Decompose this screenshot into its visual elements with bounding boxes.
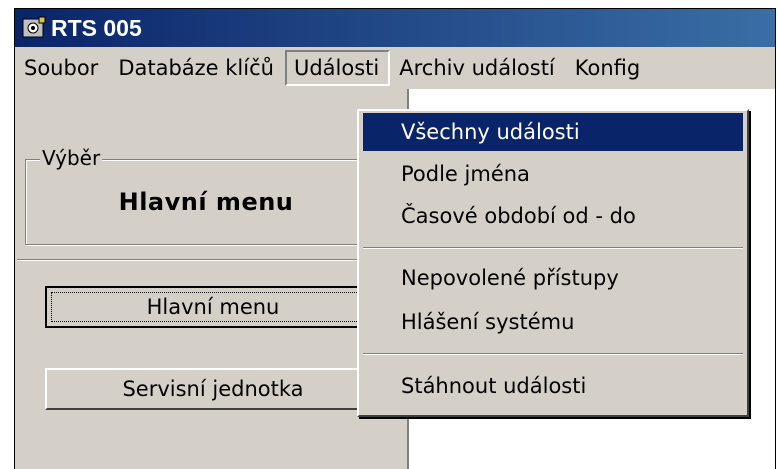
app-icon [21, 15, 47, 41]
menu-bar: Soubor Databáze klíčů Události Archiv ud… [15, 47, 775, 89]
left-panel: Výběr Hlavní menu Hlavní menu Servisní j… [15, 89, 409, 469]
menu-udalosti[interactable]: Události [284, 50, 391, 86]
menu-item-hlaseni-systemu[interactable]: Hlášení systému [363, 303, 743, 341]
menu-separator [363, 247, 743, 249]
groupbox-label: Výběr [40, 146, 103, 170]
menu-item-nepovolene-pristupy[interactable]: Nepovolené přístupy [363, 259, 743, 297]
menu-item-vsechny-udalosti[interactable]: Všechny události [363, 113, 743, 151]
udalosti-dropdown-menu: Všechny události Podle jména Časové obdo… [357, 109, 749, 417]
application-window: RTS 005 Soubor Databáze klíčů Události A… [14, 8, 776, 469]
selection-groupbox: Výběr Hlavní menu [25, 146, 387, 245]
menu-konfigurace[interactable]: Konfig [566, 50, 651, 86]
menu-soubor[interactable]: Soubor [15, 50, 109, 86]
menu-databaze-klicu[interactable]: Databáze klíčů [109, 50, 285, 86]
main-menu-button[interactable]: Hlavní menu [45, 286, 381, 328]
current-selection: Hlavní menu [118, 188, 294, 216]
service-unit-button[interactable]: Servisní jednotka [45, 368, 381, 410]
panel-divider [17, 259, 401, 261]
window-title: RTS 005 [51, 14, 142, 41]
menu-separator [363, 353, 743, 355]
menu-item-casove-obdobi[interactable]: Časové období od - do [363, 197, 743, 235]
title-bar: RTS 005 [15, 9, 775, 47]
menu-item-stahnout-udalosti[interactable]: Stáhnout události [363, 367, 743, 405]
menu-item-podle-jmena[interactable]: Podle jména [363, 155, 743, 193]
menu-archiv-udalosti[interactable]: Archiv událostí [390, 50, 566, 86]
